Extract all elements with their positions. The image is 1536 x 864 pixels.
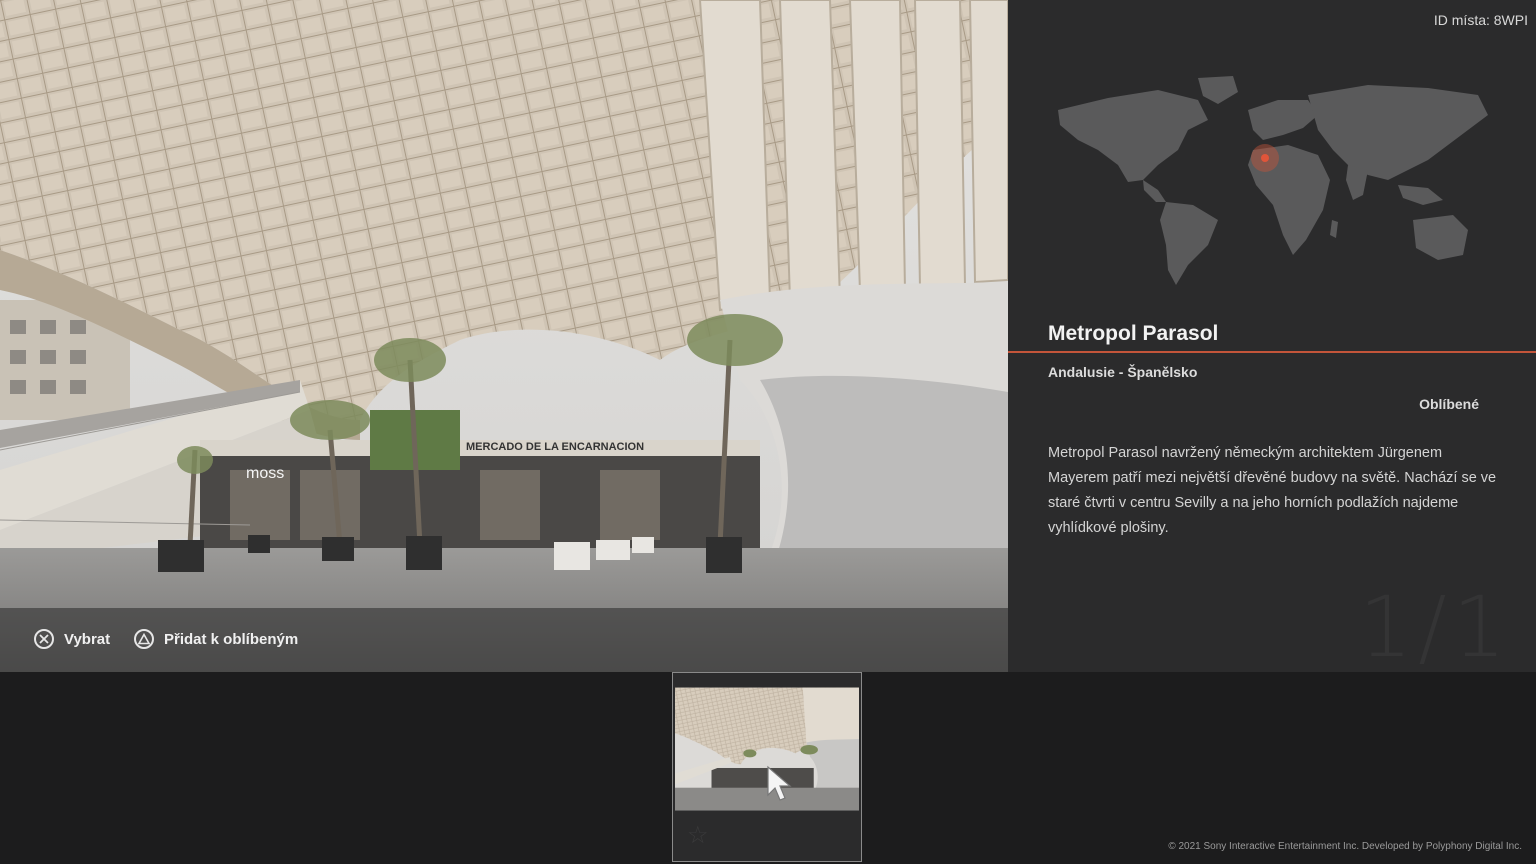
- store-sign: moss: [246, 465, 284, 482]
- add-favorite-label: Přidat k oblíbeným: [164, 630, 299, 648]
- select-label: Vybrat: [64, 630, 111, 648]
- location-info-panel: ID místa: 8WPI Metropol Parasol Andalusi…: [1008, 0, 1536, 676]
- photo-location-screen: moss MERCADO DE LA ENCARNACION Vybrat Př…: [0, 0, 1536, 864]
- location-marker: [1261, 154, 1269, 162]
- location-photo: moss MERCADO DE LA ENCARNACION Vybrat Př…: [0, 0, 1008, 672]
- place-name: Metropol Parasol: [1048, 322, 1219, 345]
- world-map: [1058, 76, 1488, 285]
- place-id: ID místa: 8WPI: [1433, 12, 1528, 28]
- pointer-cursor-icon: [767, 765, 792, 801]
- metropol-parasol-image: moss MERCADO DE LA ENCARNACION: [0, 0, 1008, 672]
- select-hint[interactable]: Vybrat: [34, 629, 110, 649]
- add-favorite-hint[interactable]: Přidat k oblíbeným: [134, 629, 298, 649]
- cross-button-icon: [34, 629, 54, 649]
- favorite-tag: Oblíbené: [1419, 396, 1479, 412]
- copyright-notice: © 2021 Sony Interactive Entertainment In…: [1168, 841, 1522, 852]
- triangle-button-icon: [134, 629, 154, 649]
- star-icon[interactable]: ☆: [687, 821, 709, 850]
- place-region: Andalusie - Španělsko: [1048, 364, 1198, 380]
- accent-divider: [1008, 351, 1536, 353]
- place-description: Metropol Parasol navržený německým archi…: [1048, 445, 1497, 536]
- controls-bar: Vybrat Přidat k oblíbeným: [0, 608, 1008, 672]
- market-sign: MERCADO DE LA ENCARNACION: [466, 441, 644, 453]
- page-counter: 1/1: [1358, 578, 1512, 676]
